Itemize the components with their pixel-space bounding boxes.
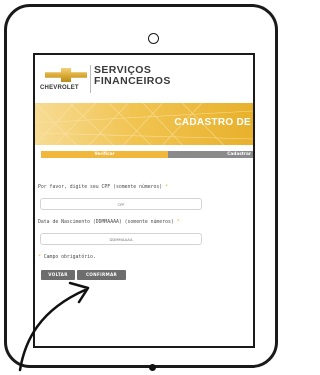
hand-drawn-arrow — [18, 281, 90, 372]
